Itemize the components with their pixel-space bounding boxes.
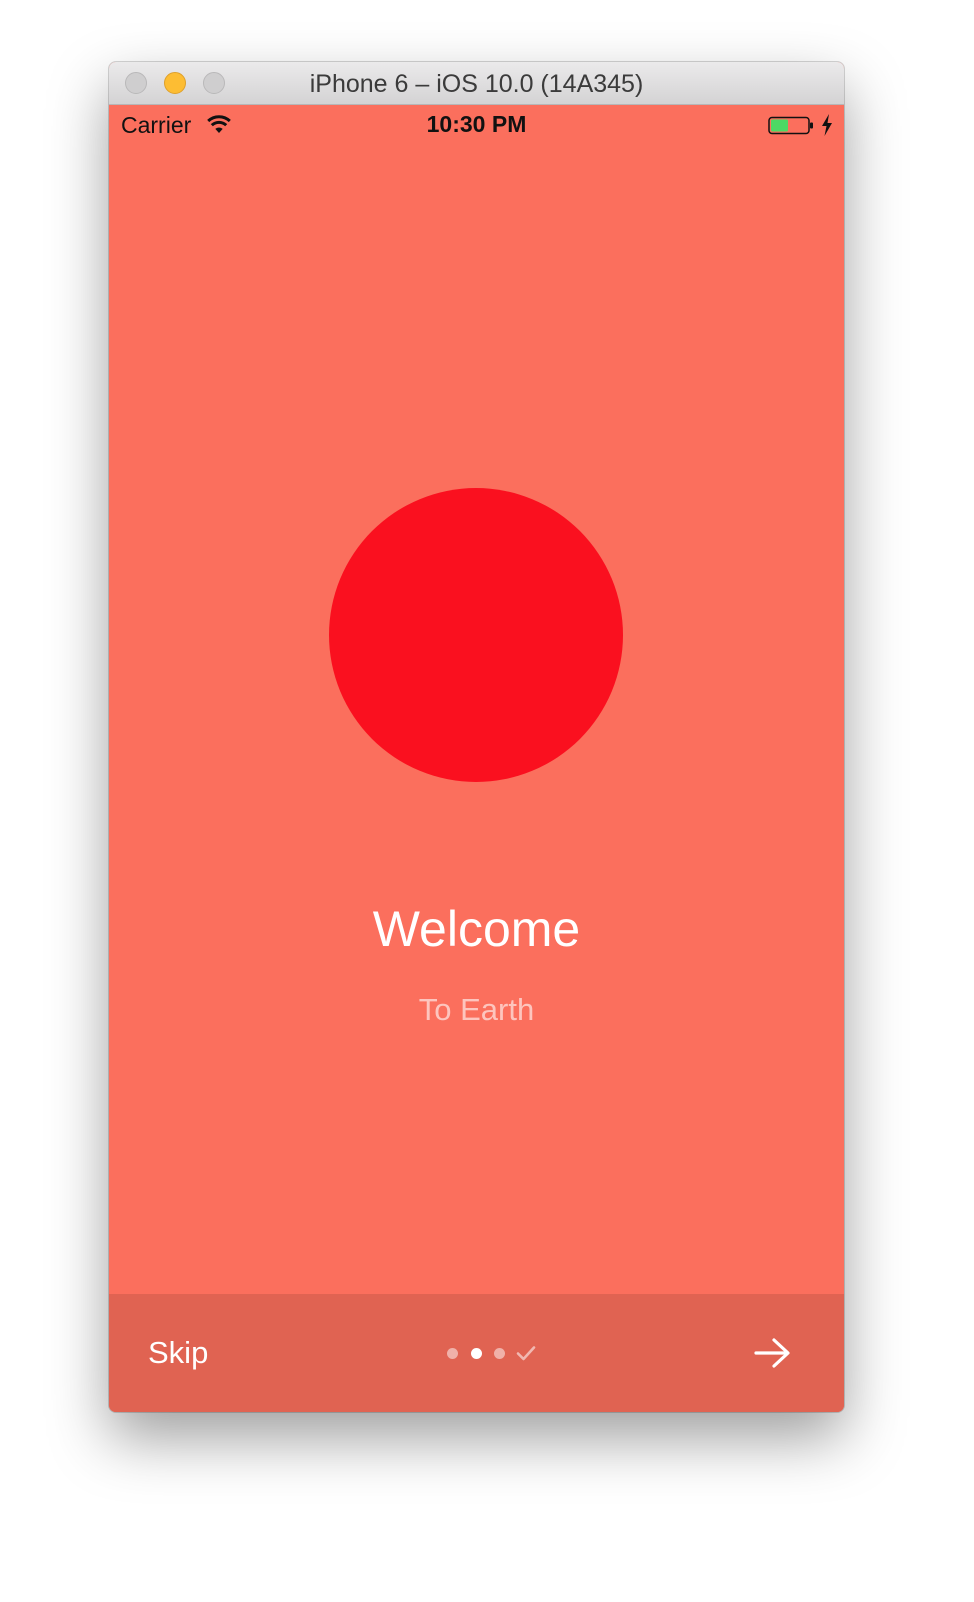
page-indicator: [441, 1339, 541, 1367]
window-title: iPhone 6 – iOS 10.0 (14A345): [309, 70, 644, 98]
arrow-right-icon[interactable]: [753, 1336, 793, 1370]
hero-circle: [329, 488, 623, 782]
page-dot-3[interactable]: [494, 1348, 505, 1359]
page-dot-2-active[interactable]: [471, 1348, 482, 1359]
onboarding-bottom-bar: Skip: [109, 1294, 844, 1412]
window-titlebar[interactable]: iPhone 6 – iOS 10.0 (14A345): [109, 62, 844, 105]
charging-bolt-icon: [822, 114, 832, 136]
page-dot-1[interactable]: [447, 1348, 458, 1359]
skip-button[interactable]: Skip: [148, 1335, 208, 1371]
battery-icon: [768, 116, 813, 135]
onboarding-title: Welcome: [372, 901, 581, 957]
status-bar: Carrier 10:30 PM: [109, 105, 844, 145]
onboarding-subtitle: To Earth: [418, 992, 535, 1027]
status-time: 10:30 PM: [426, 111, 527, 137]
phone-screen: Carrier 10:30 PM Welcome To Earth Skip: [109, 105, 844, 1412]
simulator-window: iPhone 6 – iOS 10.0 (14A345) Carrier 10:…: [109, 62, 844, 1412]
checkmark-icon[interactable]: [515, 1343, 537, 1363]
